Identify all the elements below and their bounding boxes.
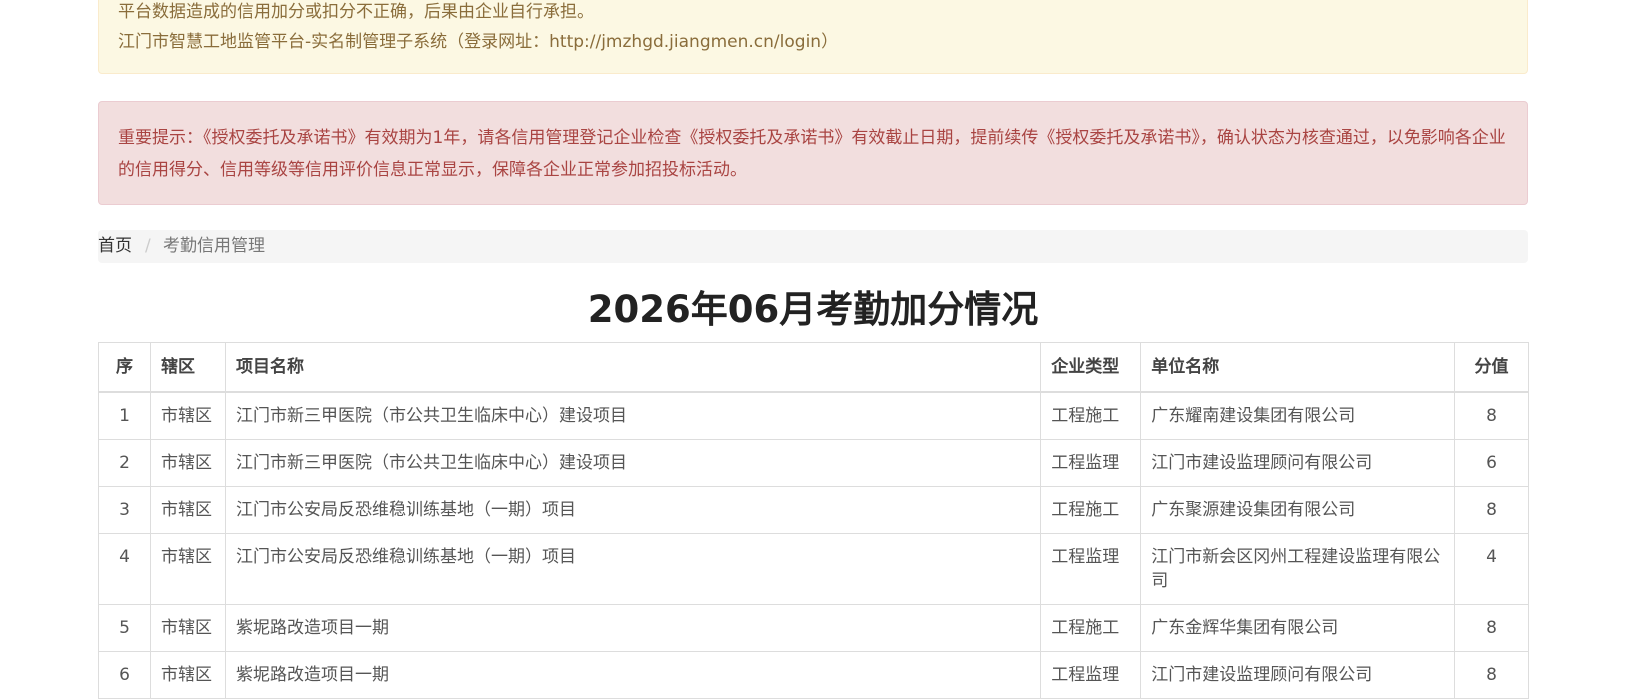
cell-no: 3 [98, 486, 151, 534]
cell-type: 工程监理 [1040, 533, 1142, 605]
table-row: 2 市辖区 江门市新三甲医院（市公共卫生临床中心）建设项目 工程监理 江门市建设… [98, 439, 1529, 487]
cell-company: 广东金辉华集团有限公司 [1140, 604, 1455, 652]
cell-no: 6 [98, 651, 151, 699]
cell-company: 江门市新会区冈州工程建设监理有限公司 [1140, 533, 1455, 605]
cell-project: 江门市新三甲医院（市公共卫生临床中心）建设项目 [224, 391, 1042, 440]
cell-company: 江门市建设监理顾问有限公司 [1140, 651, 1455, 699]
cell-company: 江门市建设监理顾问有限公司 [1140, 439, 1455, 487]
warning-notice-line: 平台数据造成的信用加分或扣分不正确，后果由企业自行承担。 [118, 2, 594, 22]
cell-district: 市辖区 [149, 604, 226, 652]
cell-type: 工程施工 [1040, 391, 1142, 440]
table-row: 6 市辖区 紫坭路改造项目一期 工程监理 江门市建设监理顾问有限公司 8 [98, 651, 1529, 699]
page-title: 2026年06月考勤加分情况 [587, 288, 1039, 331]
cell-score: 8 [1454, 391, 1529, 440]
cell-no: 2 [98, 439, 151, 487]
cell-no: 5 [98, 604, 151, 652]
cell-district: 市辖区 [149, 486, 226, 534]
table-row: 4 市辖区 江门市公安局反恐维稳训练基地（一期）项目 工程监理 江门市新会区冈州… [98, 533, 1529, 605]
cell-company: 广东耀南建设集团有限公司 [1140, 391, 1455, 440]
table-row: 5 市辖区 紫坭路改造项目一期 工程施工 广东金辉华集团有限公司 8 [98, 604, 1529, 652]
cell-score: 8 [1454, 651, 1529, 699]
cell-project: 江门市公安局反恐维稳训练基地（一期）项目 [224, 486, 1042, 534]
breadcrumb-separator: / [145, 236, 151, 256]
cell-score: 8 [1454, 486, 1529, 534]
cell-score: 4 [1454, 533, 1529, 605]
cell-district: 市辖区 [149, 651, 226, 699]
breadcrumb-home-link[interactable]: 首页 [98, 230, 132, 263]
header-district: 辖区 [149, 342, 226, 393]
breadcrumb-current: 考勤信用管理 [163, 236, 265, 256]
breadcrumb: 首页 / 考勤信用管理 [98, 230, 1528, 263]
cell-district: 市辖区 [149, 391, 226, 440]
header-project: 项目名称 [224, 342, 1042, 393]
table-row: 3 市辖区 江门市公安局反恐维稳训练基地（一期）项目 工程施工 广东聚源建设集团… [98, 486, 1529, 534]
cell-project: 紫坭路改造项目一期 [224, 604, 1042, 652]
cell-district: 市辖区 [149, 533, 226, 605]
cell-no: 4 [98, 533, 151, 605]
warning-notice-login-url: 江门市智慧工地监管平台-实名制管理子系统（登录网址：http://jmzhgd.… [118, 32, 839, 52]
cell-type: 工程施工 [1040, 486, 1142, 534]
header-score: 分值 [1454, 342, 1529, 393]
header-company: 单位名称 [1140, 342, 1455, 393]
important-notice: 重要提示：《授权委托及承诺书》有效期为1年，请各信用管理登记企业检查《授权委托及… [98, 101, 1528, 205]
cell-project: 江门市新三甲医院（市公共卫生临床中心）建设项目 [224, 439, 1042, 487]
cell-district: 市辖区 [149, 439, 226, 487]
table-row: 1 市辖区 江门市新三甲医院（市公共卫生临床中心）建设项目 工程施工 广东耀南建… [98, 391, 1529, 440]
cell-type: 工程监理 [1040, 439, 1142, 487]
cell-score: 6 [1454, 439, 1529, 487]
cell-score: 8 [1454, 604, 1529, 652]
warning-notice: 平台数据造成的信用加分或扣分不正确，后果由企业自行承担。 江门市智慧工地监管平台… [98, 0, 1528, 74]
attendance-bonus-table: 序 辖区 项目名称 企业类型 单位名称 分值 1 市辖区 江门市新三甲医院（市公… [98, 342, 1529, 699]
table-header-row: 序 辖区 项目名称 企业类型 单位名称 分值 [98, 342, 1529, 393]
cell-project: 紫坭路改造项目一期 [224, 651, 1042, 699]
header-no: 序 [98, 342, 151, 393]
cell-type: 工程施工 [1040, 604, 1142, 652]
cell-type: 工程监理 [1040, 651, 1142, 699]
cell-company: 广东聚源建设集团有限公司 [1140, 486, 1455, 534]
cell-project: 江门市公安局反恐维稳训练基地（一期）项目 [224, 533, 1042, 605]
cell-no: 1 [98, 391, 151, 440]
header-type: 企业类型 [1040, 342, 1142, 393]
